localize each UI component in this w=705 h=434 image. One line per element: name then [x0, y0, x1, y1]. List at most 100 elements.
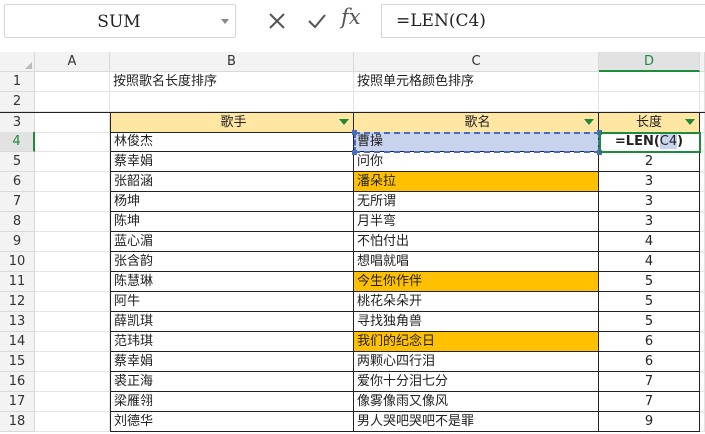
row-header[interactable]: 14: [0, 332, 35, 352]
singer-cell[interactable]: 刘德华: [110, 412, 354, 432]
cell[interactable]: [35, 412, 110, 432]
cell[interactable]: [35, 372, 110, 392]
row-header[interactable]: 3: [0, 113, 35, 133]
cell-c1[interactable]: 按照单元格颜色排序: [354, 72, 599, 92]
singer-cell[interactable]: 裘正海: [110, 372, 354, 392]
length-cell[interactable]: 4: [599, 252, 700, 272]
song-cell[interactable]: 两颗心四行泪: [354, 352, 599, 372]
name-box[interactable]: SUM: [4, 4, 236, 38]
song-cell[interactable]: 问你: [354, 152, 599, 172]
cell[interactable]: [35, 292, 110, 312]
song-cell[interactable]: 像雾像雨又像风: [354, 392, 599, 412]
cell-e2[interactable]: [700, 92, 705, 112]
chevron-down-icon[interactable]: [221, 19, 229, 24]
cell[interactable]: [700, 332, 705, 352]
length-cell[interactable]: 3: [599, 172, 700, 192]
length-cell[interactable]: 2: [599, 152, 700, 172]
cell[interactable]: [35, 352, 110, 372]
header-singer[interactable]: 歌手: [110, 113, 354, 133]
length-cell[interactable]: 6: [599, 352, 700, 372]
cell[interactable]: [700, 212, 705, 232]
cancel-icon[interactable]: [264, 8, 290, 34]
cell[interactable]: [700, 372, 705, 392]
cell[interactable]: [35, 192, 110, 212]
row-header[interactable]: 16: [0, 372, 35, 392]
singer-cell[interactable]: 阿牛: [110, 292, 354, 312]
cell[interactable]: [35, 152, 110, 172]
singer-cell[interactable]: 杨坤: [110, 192, 354, 212]
cell[interactable]: [35, 332, 110, 352]
row-header[interactable]: 12: [0, 292, 35, 312]
row-header[interactable]: 8: [0, 212, 35, 232]
cell-e1[interactable]: [700, 72, 705, 92]
length-cell[interactable]: 6: [599, 332, 700, 352]
insert-function-button[interactable]: fx: [341, 5, 361, 29]
column-header-b[interactable]: B: [110, 52, 354, 72]
row-header[interactable]: 5: [0, 152, 35, 172]
column-header-e[interactable]: [700, 52, 705, 72]
singer-cell[interactable]: 梁雁翎: [110, 392, 354, 412]
cell[interactable]: [35, 392, 110, 412]
cell[interactable]: [700, 132, 705, 152]
singer-cell[interactable]: 张韶涵: [110, 172, 354, 192]
length-cell[interactable]: 7: [599, 372, 700, 392]
row-header[interactable]: 1: [0, 72, 35, 92]
song-cell[interactable]: 无所谓: [354, 192, 599, 212]
song-cell[interactable]: 桃花朵朵开: [354, 292, 599, 312]
row-header[interactable]: 2: [0, 92, 35, 112]
cell[interactable]: [700, 412, 705, 432]
length-cell[interactable]: 5: [599, 272, 700, 292]
singer-cell[interactable]: 陈坤: [110, 212, 354, 232]
song-cell-highlighted[interactable]: 潘朵拉: [354, 172, 599, 192]
cell[interactable]: [35, 212, 110, 232]
row-header[interactable]: 18: [0, 412, 35, 432]
length-cell[interactable]: 7: [599, 392, 700, 412]
row-header[interactable]: 6: [0, 172, 35, 192]
filter-dropdown-icon[interactable]: [685, 119, 695, 125]
cell-b2[interactable]: [110, 92, 354, 112]
song-cell[interactable]: 寻找独角兽: [354, 312, 599, 332]
cell[interactable]: [700, 232, 705, 252]
cell[interactable]: [700, 352, 705, 372]
row-header[interactable]: 17: [0, 392, 35, 412]
cell[interactable]: [700, 392, 705, 412]
row-header[interactable]: 13: [0, 312, 35, 332]
cell[interactable]: [35, 232, 110, 252]
cell-a3[interactable]: [35, 113, 110, 133]
singer-cell[interactable]: 张含韵: [110, 252, 354, 272]
length-cell[interactable]: 3: [599, 192, 700, 212]
cell[interactable]: [700, 292, 705, 312]
cell-d1[interactable]: [599, 72, 700, 92]
singer-cell[interactable]: 陈慧琳: [110, 272, 354, 292]
song-cell[interactable]: 月半弯: [354, 212, 599, 232]
cell-a1[interactable]: [35, 72, 110, 92]
singer-cell[interactable]: 林俊杰: [110, 132, 354, 152]
length-cell[interactable]: 9: [599, 412, 700, 432]
song-cell[interactable]: 想唱就唱: [354, 252, 599, 272]
song-cell-highlighted[interactable]: 今生你作伴: [354, 272, 599, 292]
row-header[interactable]: 9: [0, 232, 35, 252]
row-header[interactable]: 15: [0, 352, 35, 372]
cell-b1[interactable]: 按照歌名长度排序: [110, 72, 354, 92]
column-header-a[interactable]: A: [35, 52, 110, 72]
singer-cell[interactable]: 蓝心湄: [110, 232, 354, 252]
cell[interactable]: [35, 312, 110, 332]
row-header[interactable]: 7: [0, 192, 35, 212]
editing-cell[interactable]: =LEN(C4): [599, 132, 700, 152]
length-cell[interactable]: 4: [599, 232, 700, 252]
song-cell[interactable]: 不怕付出: [354, 232, 599, 252]
cell-e3[interactable]: [700, 113, 705, 133]
cell[interactable]: [35, 132, 110, 152]
singer-cell[interactable]: 蔡幸娟: [110, 152, 354, 172]
cell-c2[interactable]: [354, 92, 599, 112]
cell[interactable]: [35, 172, 110, 192]
song-cell[interactable]: 爱你十分泪七分: [354, 372, 599, 392]
select-all-button[interactable]: [0, 52, 35, 72]
row-header[interactable]: 11: [0, 272, 35, 292]
length-cell[interactable]: 5: [599, 312, 700, 332]
header-song[interactable]: 歌名: [354, 113, 599, 133]
confirm-icon[interactable]: [304, 8, 330, 34]
cell-a2[interactable]: [35, 92, 110, 112]
cell[interactable]: [35, 272, 110, 292]
row-header[interactable]: 4: [0, 132, 35, 152]
